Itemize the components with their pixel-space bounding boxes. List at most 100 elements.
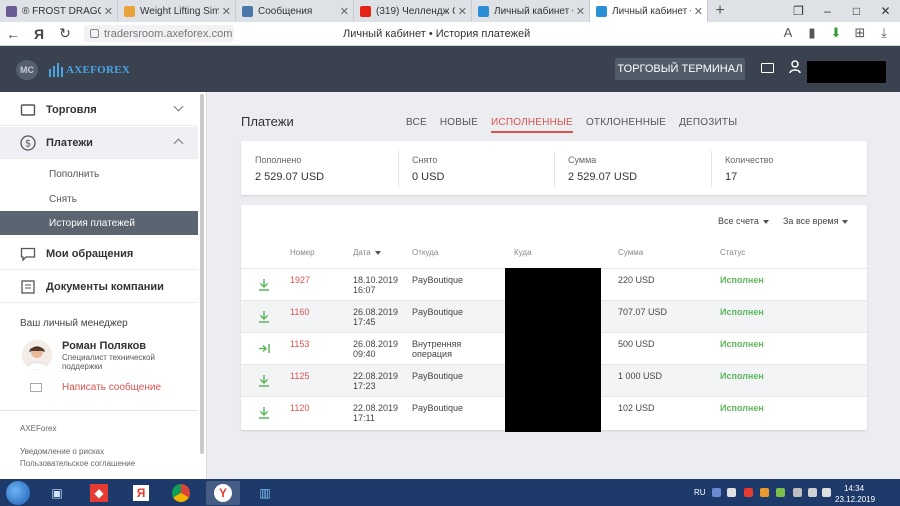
close-tab-icon[interactable]: ✕ <box>454 5 467 18</box>
taskbar-app-terminal[interactable]: ▥ <box>248 481 282 505</box>
sidebar-item-label: Торговля <box>46 103 97 116</box>
payment-number[interactable]: 1120 <box>290 403 309 413</box>
translate-icon[interactable]: A <box>776 25 800 41</box>
company-logo[interactable]: MC <box>16 60 38 80</box>
site-header: MC AXEFOREX ТОРГОВЫЙ ТЕРМИНАЛ <box>0 46 900 92</box>
browser-tab-active[interactable]: Личный кабинет • И...✕ <box>590 0 708 22</box>
tray-volume-icon[interactable] <box>822 488 831 497</box>
column-header-status[interactable]: Статус <box>720 248 745 257</box>
svg-text:$: $ <box>25 138 31 149</box>
sidebar-item-label: Документы компании <box>46 280 164 293</box>
sidebar-item-payments[interactable]: $ Платежи <box>0 127 198 159</box>
payment-amount: 102 USD <box>618 403 655 413</box>
close-tab-icon[interactable]: ✕ <box>572 5 585 18</box>
period-filter-dropdown[interactable]: За все время <box>783 216 849 226</box>
column-header-from[interactable]: Откуда <box>412 248 438 257</box>
user-icon[interactable] <box>789 60 801 74</box>
sidebar-subitem-withdraw[interactable]: Снять <box>0 187 198 211</box>
lock-icon <box>90 29 99 38</box>
tray-flag-icon[interactable] <box>793 488 802 497</box>
taskbar-app-anydesk[interactable]: ◆ <box>82 481 116 505</box>
close-window-icon[interactable]: ✕ <box>871 0 900 22</box>
sort-caret-icon <box>374 250 381 255</box>
clock-date[interactable]: 23.12.2019 <box>835 495 875 504</box>
column-header-amount[interactable]: Сумма <box>618 248 643 257</box>
payment-number[interactable]: 1160 <box>290 307 309 317</box>
column-header-number[interactable]: Номер <box>290 248 315 257</box>
taskbar-app-yandex-browser[interactable]: Y <box>206 481 240 505</box>
tray-anydesk-icon[interactable] <box>744 488 753 497</box>
stat-value: 17 <box>725 171 738 183</box>
payment-number[interactable]: 1125 <box>290 371 309 381</box>
keyboard-language[interactable]: RU <box>694 488 706 497</box>
write-message-link[interactable]: Написать сообщение <box>62 382 161 393</box>
sidebar-item-documents[interactable]: Документы компании <box>0 271 198 303</box>
back-icon[interactable]: ← <box>0 26 26 42</box>
taskbar-app-chrome[interactable] <box>164 481 198 505</box>
extensions-icon[interactable]: ⊞ <box>848 25 872 41</box>
footer-risk-link[interactable]: Уведомление о рисках <box>20 447 104 456</box>
close-tab-icon[interactable]: ✕ <box>218 5 231 18</box>
sidebar-item-trading[interactable]: Торговля <box>0 94 198 126</box>
filter-new[interactable]: НОВЫЕ <box>440 117 478 133</box>
browser-tab[interactable]: (319) Челлендж Слайм...✕ <box>354 0 472 22</box>
downloads-icon[interactable]: ⤓ <box>872 25 896 41</box>
payment-amount: 220 USD <box>618 275 655 285</box>
accounts-filter-dropdown[interactable]: Все счета <box>718 216 769 226</box>
tab-label: Сообщения <box>258 5 313 17</box>
payment-from: Внутренняя <box>412 339 462 349</box>
filter-rejected[interactable]: ОТКЛОНЕННЫЕ <box>586 117 666 133</box>
payment-date: 26.08.2019 <box>353 307 399 317</box>
close-tab-icon[interactable]: ✕ <box>690 5 703 18</box>
close-tab-icon[interactable]: ✕ <box>336 5 349 18</box>
footer-company-link[interactable]: AXEForex <box>20 424 56 433</box>
filter-completed[interactable]: ИСПОЛНЕННЫЕ <box>491 117 573 133</box>
new-tab-button[interactable]: + <box>708 0 732 22</box>
minimize-icon[interactable]: – <box>813 0 842 22</box>
payment-time: 16:07 <box>353 285 376 295</box>
payment-number[interactable]: 1927 <box>290 275 310 285</box>
sidebar-subitem-payment-history[interactable]: История платежей <box>0 211 198 235</box>
payment-amount: 707.07 USD <box>618 307 668 317</box>
filter-deposits[interactable]: ДЕПОЗИТЫ <box>679 117 737 133</box>
sidebar-scrollbar[interactable] <box>200 94 204 454</box>
payment-number[interactable]: 1153 <box>290 339 309 349</box>
brand-name[interactable]: AXEFOREX <box>66 64 130 76</box>
taskbar-app-remote[interactable]: ▣ <box>40 481 74 505</box>
tray-monitor-icon[interactable] <box>808 488 817 497</box>
axeforex-favicon <box>478 6 489 17</box>
browser-tab[interactable]: Weight Lifting Simulat...✕ <box>118 0 236 22</box>
bookmark-icon[interactable]: ▮ <box>800 25 824 41</box>
url-field[interactable]: tradersroom.axeforex.com <box>84 25 234 42</box>
download-icon[interactable]: ⬇ <box>824 25 848 41</box>
bookmark-window-icon[interactable]: ❐ <box>784 0 813 22</box>
sidebar-item-tickets[interactable]: Мои обращения <box>0 238 198 270</box>
footer-agreement-link[interactable]: Пользовательское соглашение <box>20 459 135 468</box>
tray-network-icon[interactable] <box>712 488 721 497</box>
mail-icon[interactable] <box>761 63 774 73</box>
clock-time[interactable]: 14:34 <box>844 484 864 493</box>
sidebar-subitem-deposit[interactable]: Пополнить <box>0 162 198 186</box>
maximize-icon[interactable]: □ <box>842 0 871 22</box>
stat-total: Сумма 2 529.07 USD <box>554 141 711 195</box>
filter-all[interactable]: ВСЕ <box>406 117 427 133</box>
browser-tab[interactable]: Личный кабинет • Авт...✕ <box>472 0 590 22</box>
taskbar-app-yandex[interactable]: Я <box>124 481 158 505</box>
anydesk-icon: ◆ <box>90 484 108 502</box>
column-header-date[interactable]: Дата <box>353 248 381 257</box>
chrome-icon <box>172 484 190 502</box>
payment-status: Исполнен <box>720 371 764 381</box>
yandex-icon[interactable]: Я <box>26 26 52 42</box>
trading-terminal-button[interactable]: ТОРГОВЫЙ ТЕРМИНАЛ <box>615 58 745 80</box>
tray-app-icon[interactable] <box>776 488 785 497</box>
tray-app-icon[interactable] <box>727 488 736 497</box>
tray-app-icon[interactable] <box>760 488 769 497</box>
download-icon <box>259 407 269 419</box>
column-header-to[interactable]: Куда <box>514 248 532 257</box>
reload-icon[interactable]: ↻ <box>52 25 78 42</box>
column-header-label: Дата <box>353 248 371 257</box>
start-button[interactable] <box>6 481 30 505</box>
close-tab-icon[interactable]: ✕ <box>100 5 113 18</box>
browser-tab[interactable]: Сообщения ✕ <box>236 0 354 22</box>
browser-tab[interactable]: ® FROST DRAGON® A...✕ <box>0 0 118 22</box>
